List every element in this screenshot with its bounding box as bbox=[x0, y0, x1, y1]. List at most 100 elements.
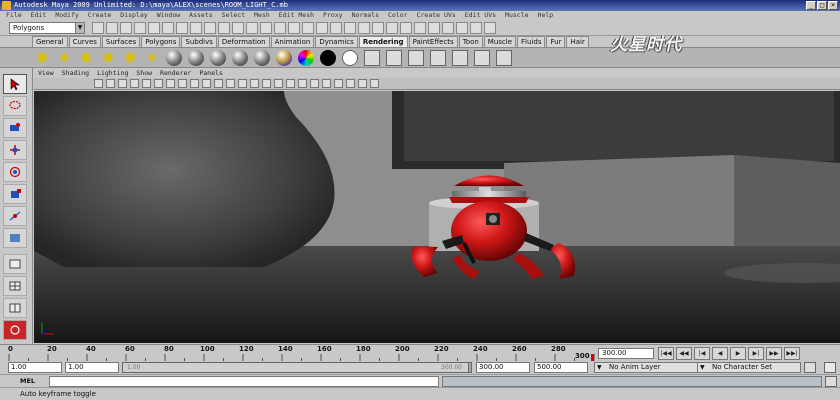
menu-assets[interactable]: Assets bbox=[189, 11, 212, 20]
xray-joints-icon[interactable] bbox=[322, 79, 331, 88]
shadows-icon[interactable] bbox=[286, 79, 295, 88]
history-icon[interactable] bbox=[386, 22, 398, 34]
character-set-selector[interactable]: ▼ No Character Set bbox=[697, 362, 801, 373]
render-frame-icon[interactable] bbox=[442, 22, 454, 34]
outliner-layout-button[interactable] bbox=[3, 320, 27, 340]
menu-color[interactable]: Color bbox=[388, 11, 408, 20]
menu-edit-mesh[interactable]: Edit Mesh bbox=[279, 11, 314, 20]
go-to-start-button[interactable]: |◀◀ bbox=[658, 347, 674, 360]
step-back-key-button[interactable]: ◀◀ bbox=[676, 347, 692, 360]
menu-display[interactable]: Display bbox=[120, 11, 147, 20]
move-tool-button[interactable] bbox=[3, 140, 27, 160]
select-tool-button[interactable] bbox=[3, 74, 27, 94]
frame-selected-icon[interactable] bbox=[358, 79, 367, 88]
paint-select-tool-button[interactable] bbox=[3, 118, 27, 138]
panel-menu-shading[interactable]: Shading bbox=[62, 68, 89, 78]
menu-normals[interactable]: Normals bbox=[352, 11, 379, 20]
panel-menu-view[interactable]: View bbox=[38, 68, 54, 78]
close-button[interactable]: × bbox=[828, 1, 838, 10]
mask-curves-icon[interactable] bbox=[204, 22, 216, 34]
tab-dynamics[interactable]: Dynamics bbox=[315, 36, 358, 47]
menu-muscle[interactable]: Muscle bbox=[505, 11, 528, 20]
spot-light-icon[interactable]: ✸ bbox=[100, 50, 116, 66]
highlight-selection-icon[interactable] bbox=[302, 22, 314, 34]
menu-create[interactable]: Create bbox=[88, 11, 111, 20]
layout-four-button[interactable] bbox=[3, 276, 27, 296]
menu-mesh[interactable]: Mesh bbox=[254, 11, 270, 20]
step-forward-key-button[interactable]: ▶▶ bbox=[766, 347, 782, 360]
make-live-icon[interactable] bbox=[372, 22, 384, 34]
mask-surfaces-icon[interactable] bbox=[218, 22, 230, 34]
open-scene-icon[interactable] bbox=[106, 22, 118, 34]
textured-icon[interactable] bbox=[262, 79, 271, 88]
history-outputs-icon[interactable] bbox=[414, 22, 426, 34]
current-frame-field[interactable]: 300.00 bbox=[598, 348, 654, 359]
last-tool-button[interactable] bbox=[3, 228, 27, 248]
time-ruler[interactable]: 0 20 40 60 80 100 120 140 160 180 200 22… bbox=[8, 345, 596, 362]
tab-fur[interactable]: Fur bbox=[546, 36, 566, 47]
layered-shader-icon[interactable] bbox=[276, 50, 292, 66]
animation-end-field[interactable]: 500.00 bbox=[534, 362, 588, 373]
step-forward-frame-button[interactable]: ▶| bbox=[748, 347, 764, 360]
maximize-button[interactable]: □ bbox=[817, 1, 827, 10]
menu-window[interactable]: Window bbox=[157, 11, 180, 20]
frame-all-icon[interactable] bbox=[346, 79, 355, 88]
surface-shader-icon[interactable] bbox=[320, 50, 336, 66]
ipr-icon[interactable] bbox=[408, 50, 424, 66]
manipulator-tool-button[interactable] bbox=[3, 206, 27, 226]
mask-deform-icon[interactable] bbox=[232, 22, 244, 34]
tab-subdivs[interactable]: Subdivs bbox=[181, 36, 217, 47]
history-inputs-icon[interactable] bbox=[400, 22, 412, 34]
play-forward-button[interactable]: ▶ bbox=[730, 347, 746, 360]
time-slider[interactable]: 0 20 40 60 80 100 120 140 160 180 200 22… bbox=[0, 344, 840, 362]
batch-render-icon[interactable] bbox=[430, 50, 446, 66]
panel-menu-show[interactable]: Show bbox=[136, 68, 152, 78]
playback-end-field[interactable]: 300.00 bbox=[476, 362, 530, 373]
mask-joints-icon[interactable] bbox=[190, 22, 202, 34]
directional-light-icon[interactable]: ✷ bbox=[56, 50, 72, 66]
lock-selection-icon[interactable] bbox=[288, 22, 300, 34]
animation-preferences-icon[interactable] bbox=[824, 362, 836, 373]
tab-muscle[interactable]: Muscle bbox=[483, 36, 517, 47]
menu-create-uvs[interactable]: Create UVs bbox=[417, 11, 456, 20]
snap-point-icon[interactable] bbox=[344, 22, 356, 34]
auto-keyframe-icon[interactable] bbox=[804, 362, 816, 373]
panel-menu-lighting[interactable]: Lighting bbox=[97, 68, 128, 78]
resolution-gate-icon[interactable] bbox=[166, 79, 175, 88]
construction-history-icon[interactable] bbox=[428, 22, 440, 34]
phong-shader-icon[interactable] bbox=[210, 50, 226, 66]
playback-start-field[interactable]: 1.00 bbox=[65, 362, 119, 373]
safe-title-icon[interactable] bbox=[214, 79, 223, 88]
tab-polygons[interactable]: Polygons bbox=[141, 36, 181, 47]
lasso-tool-button[interactable] bbox=[3, 96, 27, 116]
camera-attributes-icon[interactable] bbox=[106, 79, 115, 88]
wireframe-on-shaded-icon[interactable] bbox=[250, 79, 259, 88]
wireframe-icon[interactable] bbox=[226, 79, 235, 88]
mask-handles-icon[interactable] bbox=[176, 22, 188, 34]
select-component-icon[interactable] bbox=[162, 22, 174, 34]
play-backward-button[interactable]: ◀ bbox=[712, 347, 728, 360]
safe-action-icon[interactable] bbox=[202, 79, 211, 88]
new-scene-icon[interactable] bbox=[92, 22, 104, 34]
gate-mask-icon[interactable] bbox=[178, 79, 187, 88]
animation-start-field[interactable]: 1.00 bbox=[8, 362, 62, 373]
tab-general[interactable]: General bbox=[32, 36, 68, 47]
lambert-shader-icon[interactable] bbox=[166, 50, 182, 66]
tab-animation[interactable]: Animation bbox=[270, 36, 315, 47]
menu-help[interactable]: Help bbox=[538, 11, 554, 20]
tab-deformation[interactable]: Deformation bbox=[217, 36, 270, 47]
smooth-shade-icon[interactable] bbox=[238, 79, 247, 88]
isolate-select-icon[interactable] bbox=[334, 79, 343, 88]
tab-fluids[interactable]: Fluids bbox=[517, 36, 546, 47]
menu-modify[interactable]: Modify bbox=[55, 11, 78, 20]
range-bar[interactable]: 1.00 300.00 bbox=[122, 362, 472, 373]
mask-misc-icon[interactable] bbox=[274, 22, 286, 34]
layout-single-button[interactable] bbox=[3, 254, 27, 274]
anisotropic-shader-icon[interactable] bbox=[254, 50, 270, 66]
rotate-tool-button[interactable] bbox=[3, 162, 27, 182]
ipr-render-icon[interactable] bbox=[456, 22, 468, 34]
use-background-icon[interactable] bbox=[342, 50, 358, 66]
select-hierarchy-icon[interactable] bbox=[134, 22, 146, 34]
paint-fx-icon[interactable] bbox=[474, 50, 490, 66]
point-light-icon[interactable]: ✹ bbox=[78, 50, 94, 66]
